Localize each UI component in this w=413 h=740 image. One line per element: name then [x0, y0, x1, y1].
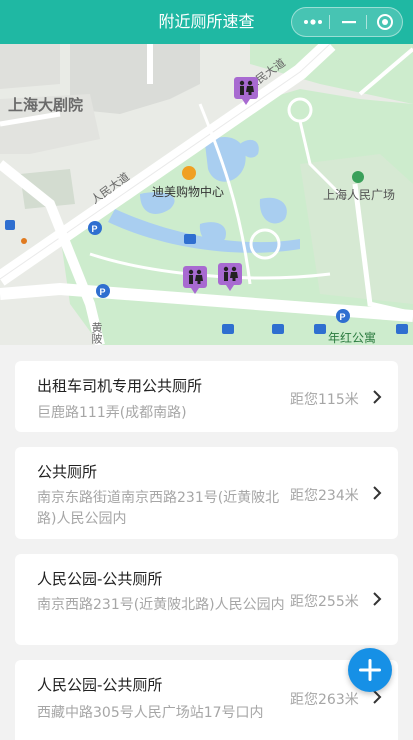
- toilet-address: 南京西路231号(近黄陂北路)人民公园内: [37, 597, 285, 613]
- chevron-right-icon: [373, 486, 382, 500]
- close-button[interactable]: [367, 8, 403, 36]
- plus-icon: [359, 659, 381, 681]
- toilet-name: 人民公园-公共厕所: [37, 570, 163, 588]
- map-label-road: 黄陂: [90, 322, 102, 344]
- svg-text:P: P: [100, 287, 106, 297]
- map-label-mall: 迪美购物中心: [152, 185, 225, 199]
- chevron-right-icon: [373, 690, 382, 704]
- more-dots-icon: [304, 19, 322, 25]
- list-item[interactable]: 人民公园-公共厕所 南京西路231号(近黄陂北路)人民公园内 距您255米: [15, 554, 398, 645]
- more-button[interactable]: [294, 8, 330, 36]
- list-item[interactable]: 出租车司机专用公共厕所 巨鹿路111弄(成都南路) 距您115米: [15, 361, 398, 432]
- minimize-icon: [342, 21, 356, 24]
- toilet-marker-icon[interactable]: [182, 265, 208, 295]
- toilet-marker-icon[interactable]: [217, 262, 243, 292]
- toilet-address: 西藏中路305号人民广场站17号口内: [37, 705, 264, 721]
- toilet-distance: 距您115米: [290, 392, 359, 408]
- toilet-distance: 距您263米: [290, 692, 359, 708]
- toilet-address: 巨鹿路111弄(成都南路): [37, 405, 187, 421]
- chevron-right-icon: [373, 390, 382, 404]
- toilet-distance: 距您255米: [290, 594, 359, 610]
- list-item[interactable]: 公共厕所 南京东路街道南京西路231号(近黄陂北路)人民公园内 距您234米: [15, 447, 398, 539]
- close-target-icon: [377, 14, 393, 30]
- svg-text:P: P: [92, 224, 98, 234]
- title-bar: 附近厕所速查: [0, 0, 413, 44]
- toilet-name: 人民公园-公共厕所: [37, 676, 163, 694]
- toilet-name: 出租车司机专用公共厕所: [37, 377, 203, 395]
- minimize-button[interactable]: [331, 8, 367, 36]
- map-view[interactable]: P P P 上海大剧院 人民大道 人民大道 迪美购物中心 上海人民广场 年红公寓…: [0, 44, 413, 345]
- toilet-distance: 距您234米: [290, 488, 359, 504]
- map-label-apartment: 年红公寓: [328, 331, 377, 345]
- map-label-square: 上海人民广场: [323, 188, 396, 202]
- map-label-theatre: 上海大剧院: [8, 97, 84, 114]
- toilet-address: 南京东路街道南京西路231号(近黄陂北路)人民公园内: [37, 490, 280, 527]
- add-toilet-button[interactable]: [348, 648, 392, 692]
- toilet-marker-icon[interactable]: [233, 76, 259, 106]
- list-item[interactable]: 人民公园-公共厕所 西藏中路305号人民广场站17号口内 距您263米: [15, 660, 398, 740]
- chevron-right-icon: [373, 592, 382, 606]
- menu-capsule: [291, 7, 403, 37]
- svg-text:P: P: [340, 312, 346, 322]
- toilet-name: 公共厕所: [37, 463, 98, 481]
